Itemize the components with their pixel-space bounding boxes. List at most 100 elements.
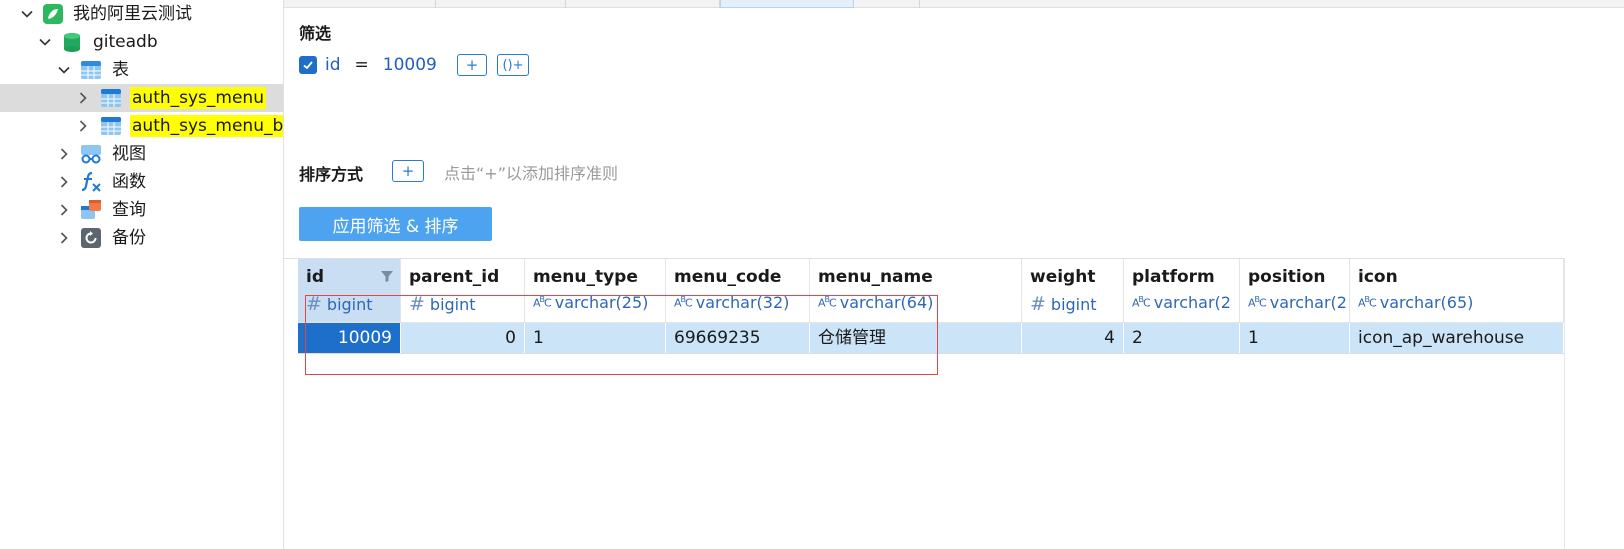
tree-item-backups[interactable]: 备份 — [0, 224, 283, 252]
column-type-label: varchar(32) — [695, 293, 790, 312]
grid-right-area — [1564, 258, 1624, 549]
column-header-platform[interactable]: platform ABC varchar(2 — [1124, 259, 1240, 323]
column-filter-icon[interactable] — [380, 269, 394, 283]
column-type: ABC varchar(25) — [533, 293, 648, 312]
column-header-menu-type[interactable]: menu_type ABC varchar(25) — [525, 259, 666, 323]
add-group-button[interactable]: ()+ — [497, 54, 529, 76]
tab-segment[interactable] — [566, 0, 720, 8]
cell-id[interactable]: 10009 — [298, 323, 401, 353]
chevron-right-icon[interactable] — [57, 231, 71, 245]
table-icon — [100, 87, 122, 109]
numeric-type-icon: # — [409, 293, 425, 315]
cell-weight[interactable]: 4 — [1022, 323, 1124, 353]
column-header-position[interactable]: position ABC varchar(2 — [1240, 259, 1350, 323]
cell-menu-code[interactable]: 69669235 — [666, 323, 810, 353]
connection-icon — [42, 3, 64, 25]
condition-operator[interactable]: = — [355, 55, 369, 75]
chevron-down-icon[interactable] — [57, 63, 71, 77]
column-type-label: varchar(2 — [1269, 293, 1347, 312]
cell-menu-name[interactable]: 仓储管理 — [810, 323, 1022, 353]
tree-item-label: auth_sys_menu — [130, 87, 266, 109]
add-sort-button[interactable]: + — [392, 160, 424, 182]
column-header-menu-name[interactable]: menu_name ABC varchar(64) — [810, 259, 1022, 323]
database-icon — [61, 31, 83, 53]
query-icon — [80, 199, 102, 221]
column-header-parent-id[interactable]: parent_id # bigint — [401, 259, 525, 323]
tables-folder-icon — [80, 59, 102, 81]
cell-icon[interactable]: icon_ap_warehouse — [1350, 323, 1564, 353]
cell-position[interactable]: 1 — [1240, 323, 1350, 353]
sort-hint: 点击“+”以添加排序准则 — [444, 164, 618, 183]
cell-platform[interactable]: 2 — [1124, 323, 1240, 353]
column-name: icon — [1358, 267, 1398, 287]
tree-item-table-auth-sys-menu-backup[interactable]: auth_sys_menu_ba — [0, 112, 283, 140]
column-type: # bigint — [1030, 293, 1097, 315]
tree-item-tables[interactable]: 表 — [0, 56, 283, 84]
column-type: ABC varchar(2 — [1248, 293, 1347, 312]
text-type-icon: ABC — [674, 295, 693, 310]
result-grid: id # bigint parent_id # bigint menu_type ABC var… — [284, 258, 1624, 549]
condition-checkbox[interactable] — [299, 56, 317, 74]
apply-filter-sort-button[interactable]: 应用筛选 & 排序 — [299, 207, 492, 241]
cell-menu-type[interactable]: 1 — [525, 323, 666, 353]
column-name: menu_type — [533, 267, 638, 287]
filter-title: 筛选 — [299, 24, 332, 43]
navigator-tree: 我的阿里云测试 giteadb 表 auth_sys_menu auth_sys… — [0, 0, 284, 549]
tab-segment[interactable] — [284, 0, 436, 8]
column-type-label: bigint — [1050, 294, 1097, 314]
numeric-type-icon: # — [1030, 293, 1046, 315]
text-type-icon: ABC — [818, 295, 837, 310]
column-name: menu_name — [818, 267, 933, 287]
tree-item-table-auth-sys-menu[interactable]: auth_sys_menu — [0, 84, 283, 112]
column-name: id — [306, 267, 324, 287]
tree-item-views[interactable]: 视图 — [0, 140, 283, 168]
column-header-weight[interactable]: weight # bigint — [1022, 259, 1124, 323]
column-type-label: bigint — [326, 294, 373, 314]
chevron-right-icon[interactable] — [76, 119, 90, 133]
chevron-right-icon[interactable] — [57, 147, 71, 161]
column-type-label: varchar(64) — [839, 293, 934, 312]
condition-value[interactable]: 10009 — [383, 55, 437, 75]
filter-condition[interactable]: id = 10009 — [299, 52, 437, 78]
tree-item-label: 备份 — [112, 228, 146, 248]
condition-field[interactable]: id — [325, 55, 341, 75]
tree-item-functions[interactable]: 函数 — [0, 168, 283, 196]
views-icon — [80, 143, 102, 165]
column-name: platform — [1132, 267, 1215, 287]
text-type-icon: ABC — [1358, 295, 1377, 310]
tab-active[interactable] — [720, 0, 854, 8]
row-divider — [298, 353, 1564, 354]
numeric-type-icon: # — [306, 293, 322, 315]
check-icon — [303, 61, 313, 70]
column-header-id[interactable]: id # bigint — [298, 259, 401, 323]
column-type: ABC varchar(65) — [1358, 293, 1473, 312]
tree-item-label: auth_sys_menu_ba — [130, 115, 283, 137]
add-condition-button[interactable]: + — [457, 54, 487, 76]
tree-item-queries[interactable]: 查询 — [0, 196, 283, 224]
chevron-down-icon[interactable] — [20, 7, 34, 21]
chevron-right-icon[interactable] — [57, 175, 71, 189]
text-type-icon: ABC — [533, 295, 552, 310]
column-type: ABC varchar(32) — [674, 293, 789, 312]
column-type: ABC varchar(64) — [818, 293, 933, 312]
tree-item-database[interactable]: giteadb — [0, 28, 283, 56]
column-type-label: varchar(25) — [554, 293, 649, 312]
column-header-icon[interactable]: icon ABC varchar(65) — [1350, 259, 1564, 323]
tab-segment[interactable] — [854, 0, 920, 8]
chevron-down-icon[interactable] — [38, 35, 52, 49]
column-name: weight — [1030, 267, 1096, 287]
tab-segment[interactable] — [436, 0, 566, 8]
column-name: position — [1248, 267, 1326, 287]
tree-item-connection[interactable]: 我的阿里云测试 — [0, 0, 283, 28]
cell-parent-id[interactable]: 0 — [401, 323, 525, 353]
tree-item-label: 函数 — [112, 172, 146, 192]
chevron-right-icon[interactable] — [57, 203, 71, 217]
column-header-menu-code[interactable]: menu_code ABC varchar(32) — [666, 259, 810, 323]
chevron-right-icon[interactable] — [76, 91, 90, 105]
column-type-label: varchar(65) — [1379, 293, 1474, 312]
column-type-label: bigint — [429, 294, 476, 314]
function-icon — [80, 171, 102, 193]
text-type-icon: ABC — [1132, 295, 1151, 310]
column-type: # bigint — [409, 293, 476, 315]
sort-title: 排序方式 — [299, 165, 364, 184]
